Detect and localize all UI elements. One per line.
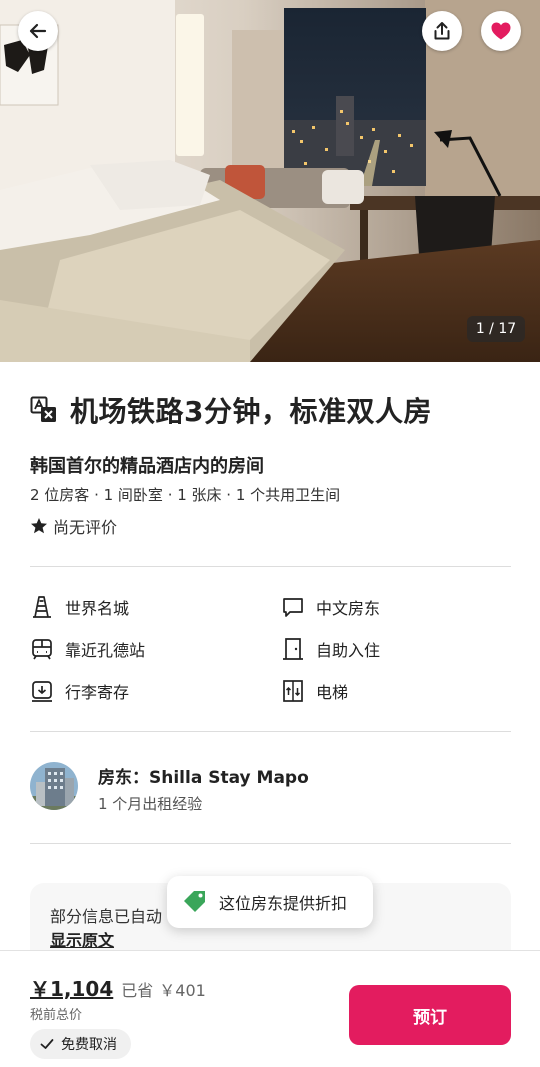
divider — [30, 731, 511, 732]
heart-icon — [491, 22, 511, 40]
chat-bubble-icon — [281, 595, 305, 619]
star-icon — [31, 518, 47, 534]
listing-subtitle: 韩国首尔的精品酒店内的房间 — [30, 456, 264, 477]
luggage-storage-icon — [30, 679, 54, 703]
saved-label: 已省 — [121, 981, 154, 1000]
listing-title: 机场铁路3分钟，标准双人房 — [70, 395, 432, 428]
amenity-label: 世界名城 — [65, 599, 130, 618]
amenity-label: 电梯 — [316, 683, 349, 702]
amenity-luggage: 行李寄存 — [30, 679, 129, 703]
amenity-label: 靠近孔德站 — [65, 641, 146, 660]
toast-text: 这位房东提供折扣 — [219, 894, 348, 913]
listing-details: 2 位房客 · 1 间卧室 · 1 张床 · 1 个共用卫生间 — [30, 486, 341, 504]
translation-text: 部分信息已自动 — [50, 907, 163, 926]
rating-text: 尚无评价 — [53, 518, 118, 537]
free-cancel-badge: 免费取消 — [30, 1029, 131, 1059]
amenity-elevator: 电梯 — [281, 679, 348, 703]
booking-footer: ￥1,104 已省 ￥401 税前总价 免费取消 预订 — [0, 950, 540, 1067]
amenity-near-station: 靠近孔德站 — [30, 637, 145, 661]
share-icon — [434, 22, 450, 40]
divider — [30, 843, 511, 844]
book-button[interactable]: 预订 — [349, 985, 511, 1045]
price-tag-icon — [184, 891, 205, 912]
amenity-label: 行李寄存 — [65, 683, 130, 702]
price-row[interactable]: ￥1,104 已省 ￥401 — [30, 973, 206, 1002]
amenity-label: 中文房东 — [316, 599, 381, 618]
train-icon — [30, 637, 54, 661]
listing-photo[interactable]: 1 / 17 — [0, 0, 540, 362]
city-tower-icon — [30, 595, 54, 619]
amenity-self-checkin: 自助入住 — [281, 637, 380, 661]
host-name[interactable]: 房东：Shilla Stay Mapo — [98, 763, 309, 788]
amenity-chinese-host: 中文房东 — [281, 595, 380, 619]
translate-icon[interactable] — [30, 396, 58, 424]
amenity-world-city: 世界名城 — [30, 595, 129, 619]
host-experience: 1 个月出租经验 — [98, 795, 203, 813]
divider — [30, 566, 511, 567]
hotel-room-photo — [0, 0, 540, 362]
door-icon — [281, 637, 305, 661]
total-price[interactable]: ￥1,104 — [30, 973, 113, 1002]
avatar[interactable] — [30, 762, 78, 810]
free-cancel-text: 免费取消 — [61, 1037, 117, 1053]
share-button[interactable] — [422, 11, 462, 51]
saved-amount: ￥401 — [159, 981, 206, 1000]
tax-note: 税前总价 — [30, 1008, 83, 1023]
rating: 尚无评价 — [30, 514, 117, 538]
amenity-label: 自助入住 — [316, 641, 381, 660]
photo-counter: 1 / 17 — [467, 316, 525, 342]
arrow-left-icon — [29, 23, 47, 39]
checkmark-icon — [40, 1039, 54, 1049]
back-button[interactable] — [18, 11, 58, 51]
favorite-button[interactable] — [481, 11, 521, 51]
discount-toast: 这位房东提供折扣 — [167, 876, 373, 928]
elevator-icon — [281, 679, 305, 703]
listing-title-row: 机场铁路3分钟，标准双人房 — [30, 390, 432, 430]
host-building-photo — [30, 762, 78, 810]
show-original-link[interactable]: 显示原文 — [50, 927, 114, 951]
